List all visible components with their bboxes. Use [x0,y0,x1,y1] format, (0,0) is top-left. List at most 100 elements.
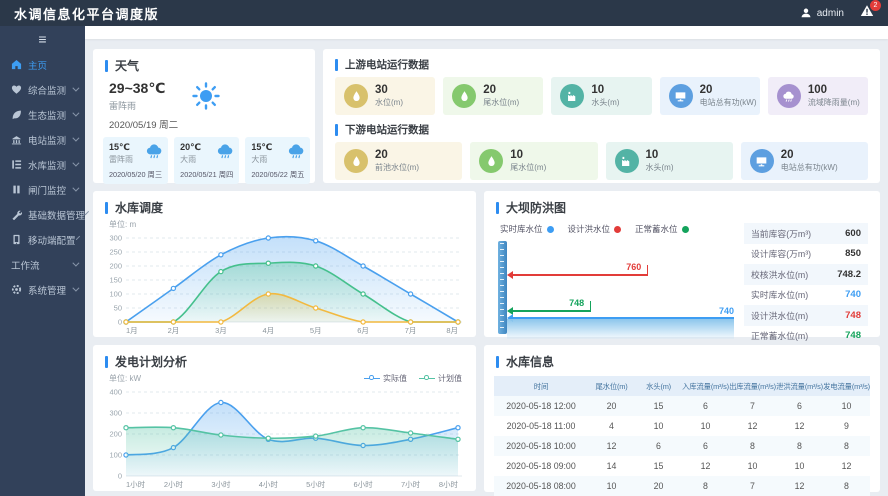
monitor-icon [750,149,774,173]
dam-diagram: 760 748 740 [496,241,734,339]
unit-label: 单位: m [109,219,136,230]
table-cell: 10 [635,421,682,431]
table-cell: 8 [729,441,776,451]
realtime-level-value: 740 [719,306,734,316]
dam-info-row: 实时库水位(m) 740 [744,285,868,306]
table-row: 2020-05-18 08:00102087128 [494,476,870,496]
weather-condition: 雷阵雨 [109,99,165,112]
power-plan-panel: 发电计划分析 单位: kW 实际值 计划值 01002003004001小时2小… [93,345,476,491]
table-header-cell: 时间 [494,381,588,392]
stat-card: 20 电站总有功(kW) [660,77,760,115]
stat-value: 10 [591,84,619,97]
table-header-row: 时间尾水位(m)水头(m)入库流量(m³/s)出库流量(m³/s)泄洪流量(m³… [494,376,870,396]
svg-text:3月: 3月 [215,326,227,335]
sidebar-item-home[interactable]: 主页 [0,52,85,77]
stat-card: 20 前池水位(m) [335,142,462,180]
dam-info-row: 校核洪水位(m) 748.2 [744,264,868,285]
svg-text:8月: 8月 [446,326,458,335]
dam-legend-item[interactable]: 实时库水位 [500,223,554,235]
sidebar-item-station-monitor[interactable]: 电站监测 [0,127,85,152]
table-cell: 12 [776,421,823,431]
water-surface [507,319,734,339]
stat-label: 电站总有功(kW) [781,162,838,173]
forecast-cards: 15℃ 雷阵雨 2020/05/20 周三 20℃ 大雨 2020/05/21 … [93,131,315,184]
table-cell: 12 [729,421,776,431]
chevron-down-icon [75,236,80,241]
power-plan-title: 发电计划分析 [115,353,187,370]
svg-text:5月: 5月 [310,326,322,335]
table-cell: 6 [635,441,682,451]
dam-legend-item[interactable]: 正常蓄水位 [635,223,689,235]
sidebar-collapse-button[interactable]: ≡ [0,26,85,52]
dam-info-row: 设计洪水位(m) 748 [744,305,868,326]
table-cell: 10 [682,421,729,431]
factory-icon [560,84,584,108]
accent-bar [105,60,108,72]
svg-text:0: 0 [118,472,122,481]
table-cell: 10 [823,401,870,411]
table-cell: 20 [588,401,635,411]
table-cell: 2020-05-18 08:00 [494,481,588,491]
svg-text:6月: 6月 [357,326,369,335]
accent-bar [335,59,338,71]
info-label: 实时库水位(m) [751,288,808,301]
svg-text:2小时: 2小时 [164,479,184,489]
sidebar-item-workflow[interactable]: 工作流 [0,252,85,277]
gate-monitor-icon [11,184,22,195]
rain-cloud-icon [777,84,801,108]
svg-text:400: 400 [109,388,122,397]
info-label: 正常蓄水位(m) [751,329,808,342]
table-row: 2020-05-18 11:004101012129 [494,416,870,436]
sidebar-item-mobile-config[interactable]: 移动端配置 [0,227,85,252]
chart-legend-1: 实际值 计划值 [364,373,462,384]
sidebar-item-label: 电站监测 [28,133,66,147]
sidebar-item-comprehensive-monitor[interactable]: 综合监测 [0,77,85,102]
table-cell: 2020-05-18 09:00 [494,461,588,471]
sidebar-item-gate-monitor[interactable]: 闸门监控 [0,177,85,202]
stat-card: 10 水头(m) [551,77,651,115]
svg-text:100: 100 [109,451,122,460]
user-menu[interactable]: admin [800,7,844,19]
main-content: 天气 29~38℃ 雷阵雨 2020/05/19 周二 [85,39,888,496]
stat-card: 20 电站总有功(kW) [741,142,868,180]
forecast-card: 15℃ 雷阵雨 2020/05/20 周三 [103,137,168,184]
sidebar-item-system-mgmt[interactable]: 系统管理 [0,277,85,302]
dam-flood-panel: 大坝防洪图 实时库水位 设计洪水位 正常蓄水位 760 748 [484,191,880,337]
chevron-down-icon [72,285,79,292]
chevron-down-icon [72,160,79,167]
downstream-title: 下游电站运行数据 [345,122,429,137]
info-value: 740 [845,289,861,300]
chart-legend-item[interactable]: 计划值 [419,373,462,384]
alarm-button[interactable]: 2 [860,4,874,22]
svg-text:8小时: 8小时 [439,479,459,489]
sidebar-item-base-data-mgmt[interactable]: 基础数据管理 [0,202,85,227]
legend-dot-icon [614,226,621,233]
sidebar-item-label: 移动端配置 [28,233,76,247]
svg-text:300: 300 [109,409,122,418]
stat-value: 30 [375,84,403,97]
forecast-date: 2020/05/20 周三 [109,170,162,180]
table-cell: 8 [823,441,870,451]
info-value: 748 [845,310,861,321]
weather-title: 天气 [115,57,139,74]
table-cell: 12 [776,481,823,491]
water-level-icon [479,149,503,173]
svg-text:7月: 7月 [405,326,417,335]
table-cell: 10 [776,461,823,471]
dam-info-list: 当前库容(万m³) 600设计库容(万m³) 850校核洪水位(m) 748.2… [744,223,868,346]
dam-legend-item[interactable]: 设计洪水位 [568,223,622,235]
stat-card: 30 水位(m) [335,77,435,115]
table-cell: 20 [635,481,682,491]
monitor-icon [669,84,693,108]
normal-level-value: 748 [569,298,584,308]
stat-card: 10 水头(m) [606,142,733,180]
info-label: 当前库容(万m³) [751,227,811,240]
table-cell: 4 [588,421,635,431]
table-cell: 10 [729,461,776,471]
sidebar-item-reservoir-monitor[interactable]: 水库监测 [0,152,85,177]
table-body: 2020-05-18 12:002015676102020-05-18 11:0… [494,396,870,496]
sidebar-item-eco-monitor[interactable]: 生态监测 [0,102,85,127]
chart-legend-item[interactable]: 实际值 [364,373,407,384]
accent-bar [496,202,499,214]
water-level-icon [344,84,368,108]
